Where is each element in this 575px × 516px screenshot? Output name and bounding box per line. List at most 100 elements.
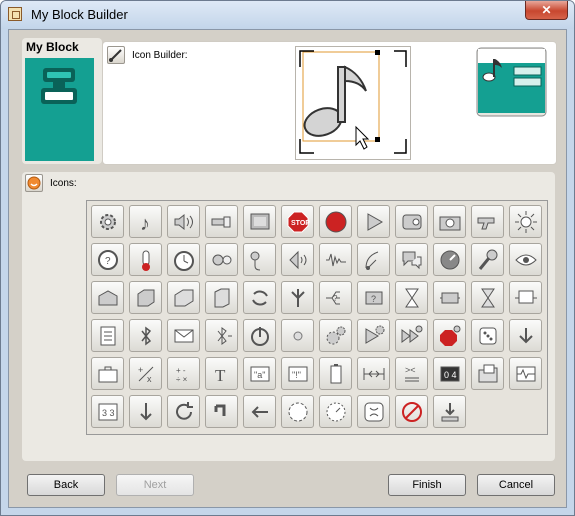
palette-icon-down-arrow[interactable] — [509, 319, 542, 352]
palette-icon-sun[interactable] — [509, 205, 542, 238]
palette-icon-switch-a[interactable]: ? — [319, 281, 352, 314]
palette-icon-3-3[interactable]: 3 3 — [91, 395, 124, 428]
finish-button[interactable]: Finish — [388, 474, 466, 496]
palette-icon-pm[interactable]: + x — [129, 357, 162, 390]
icons-button[interactable] — [25, 174, 43, 192]
palette-icon-play-gear[interactable] — [357, 319, 390, 352]
palette-icon-radar[interactable] — [357, 243, 390, 276]
palette-icon-download[interactable] — [433, 395, 466, 428]
palette-icon-cycle[interactable] — [243, 281, 276, 314]
svg-text:+ -: + - — [176, 366, 186, 375]
palette-icon-mic[interactable] — [471, 243, 504, 276]
palette-icon-touch[interactable] — [205, 243, 238, 276]
pulse-icon — [516, 366, 535, 381]
palette-icon-timer[interactable] — [167, 243, 200, 276]
palette-icon-gears[interactable] — [319, 319, 352, 352]
my-block-label: My Block — [26, 40, 79, 54]
gauge-c-icon — [364, 402, 383, 421]
palette-icon-ff-gear[interactable] — [395, 319, 428, 352]
palette-icon-gauge-a[interactable] — [281, 395, 314, 428]
palette-icon-lamp[interactable] — [205, 205, 238, 238]
palette-icon-bluetooth[interactable] — [129, 319, 162, 352]
palette-icon-compare[interactable]: >< — [395, 357, 428, 390]
palette-icon-case[interactable] — [91, 357, 124, 390]
palette-icon-camera[interactable] — [433, 205, 466, 238]
brush-button[interactable] — [107, 46, 125, 64]
palette-icon-envelope[interactable] — [167, 319, 200, 352]
palette-icon-screen-arrows[interactable] — [509, 281, 542, 314]
palette-icon-switch-b[interactable]: ? — [357, 281, 390, 314]
box-a-icon — [98, 289, 117, 305]
palette-icon-gauge-b[interactable] — [319, 395, 352, 428]
palette-icon-bt-send[interactable] — [205, 319, 238, 352]
palette-icon-stop-gear[interactable] — [433, 319, 466, 352]
icons-label: Icons: — [50, 178, 77, 189]
palette-icon-gauge-c[interactable] — [357, 395, 390, 428]
palette-icon-gear[interactable] — [91, 205, 124, 238]
palette-icon-rotation[interactable]: ? — [91, 243, 124, 276]
palette-icon-wave[interactable] — [319, 243, 352, 276]
branch-icon — [290, 288, 305, 307]
palette-icon-branch[interactable] — [281, 281, 314, 314]
palette-icon-gun[interactable] — [471, 205, 504, 238]
compare-icon: >< — [404, 365, 419, 381]
palette-icon-battery[interactable] — [319, 357, 352, 390]
ff-gear-icon — [401, 325, 422, 343]
palette-icon-T[interactable]: T — [205, 357, 238, 390]
palette-icon-number[interactable]: 0 4 — [433, 357, 466, 390]
palette-icon-speaker[interactable] — [167, 205, 200, 238]
palette-icon-calc[interactable]: + - ÷ × — [167, 357, 200, 390]
palette-icon-range[interactable] — [357, 357, 390, 390]
palette-icon-play[interactable] — [357, 205, 390, 238]
my-block-tile[interactable] — [25, 58, 94, 161]
palette-icon-ultrasonic[interactable] — [281, 243, 314, 276]
palette-icon-dot[interactable] — [281, 319, 314, 352]
svg-text:T: T — [215, 366, 226, 385]
radar-icon — [365, 251, 378, 270]
close-button[interactable]: ✕ — [525, 1, 568, 20]
palette-icon-quote-x[interactable]: "!" — [281, 357, 314, 390]
pm-icon: +x — [138, 365, 153, 384]
palette-icon-loop[interactable] — [433, 281, 466, 314]
palette-icon-motor[interactable] — [395, 205, 428, 238]
palette-icon-arrow-down[interactable] — [129, 395, 162, 428]
next-button[interactable]: Next — [116, 474, 194, 496]
gears-icon — [326, 326, 345, 344]
palette-icon-music-note[interactable]: ♪ — [129, 205, 162, 238]
title-bar: My Block Builder ✕ — [1, 1, 574, 29]
back-button[interactable]: Back — [27, 474, 105, 496]
dialog-body: My Block Icon Builder: Icons: ♪ STOP ? ?… — [8, 29, 567, 508]
icon-canvas[interactable] — [295, 46, 411, 160]
icon-builder-panel: Icon Builder: — [102, 41, 557, 165]
palette-icon-refresh[interactable] — [167, 395, 200, 428]
cancel-button[interactable]: Cancel — [477, 474, 555, 496]
palette-icon-dial[interactable] — [433, 243, 466, 276]
icons-panel: Icons: ♪ STOP??? + x + - ÷ × T "a" "!" >< 0 4 3 3 — [22, 172, 555, 461]
palette-icon-display[interactable] — [243, 205, 276, 238]
palette-icon-list[interactable] — [91, 319, 124, 352]
palette-icon-stop-sign[interactable]: STOP — [281, 205, 314, 238]
switch-b-icon: ? — [365, 291, 382, 304]
palette-icon-hourglass-b[interactable] — [471, 281, 504, 314]
palette-icon-chat[interactable] — [395, 243, 428, 276]
palette-icon-quote-a[interactable]: "a" — [243, 357, 276, 390]
palette-icon-corner[interactable] — [205, 395, 238, 428]
loop-icon — [439, 292, 460, 303]
palette-icon-box-a[interactable] — [91, 281, 124, 314]
palette-icon-box-d[interactable] — [205, 281, 238, 314]
palette-icon-box-b[interactable] — [129, 281, 162, 314]
palette-icon-record[interactable] — [319, 205, 352, 238]
number-icon: 0 4 — [440, 366, 459, 381]
palette-icon-thermo[interactable] — [129, 243, 162, 276]
palette-icon-eye[interactable] — [509, 243, 542, 276]
palette-icon-dice[interactable] — [471, 319, 504, 352]
palette-icon-hourglass-a[interactable] — [395, 281, 428, 314]
palette-icon-no[interactable] — [395, 395, 428, 428]
palette-icon-box-c[interactable] — [167, 281, 200, 314]
block-preview — [476, 47, 547, 117]
palette-icon-sound-sensor[interactable] — [243, 243, 276, 276]
palette-icon-left[interactable] — [243, 395, 276, 428]
palette-icon-power[interactable] — [243, 319, 276, 352]
palette-icon-pulse[interactable] — [509, 357, 542, 390]
palette-icon-folder[interactable] — [471, 357, 504, 390]
